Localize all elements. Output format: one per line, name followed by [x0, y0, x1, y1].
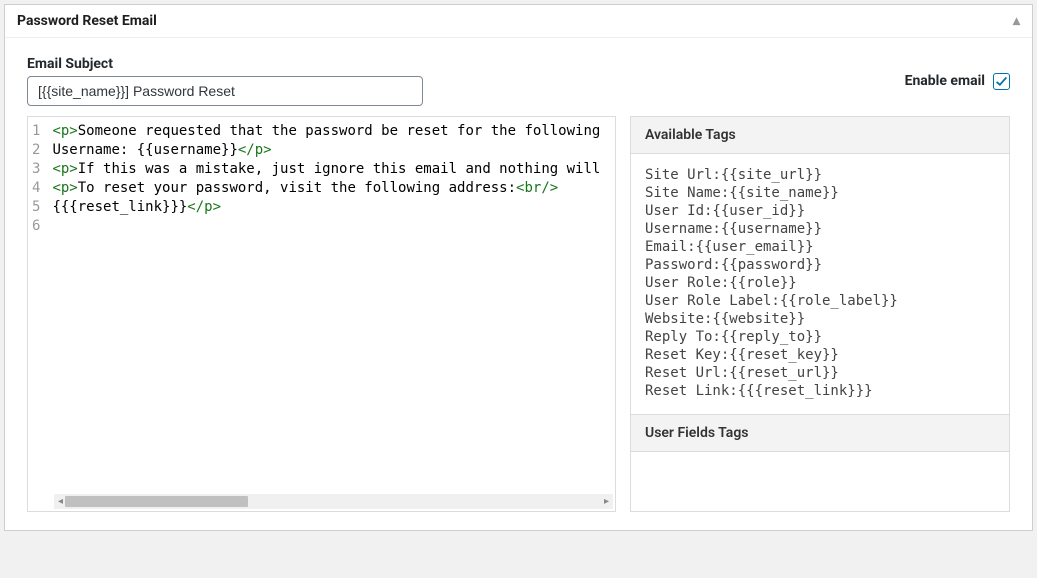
enable-email-toggle: Enable email: [905, 73, 1010, 90]
top-row: Email Subject Enable email: [27, 56, 1010, 106]
editor-horizontal-scrollbar[interactable]: ◂ ▸: [54, 494, 613, 509]
scrollbar-thumb[interactable]: [65, 496, 248, 507]
panel-header[interactable]: Password Reset Email ▴: [5, 5, 1032, 38]
available-tag-item: Username:{{username}}: [645, 220, 995, 238]
available-tag-item: User Id:{{user_id}}: [645, 202, 995, 220]
editor-line[interactable]: Username: {{username}}</p>: [52, 141, 615, 160]
user-fields-tags-header: User Fields Tags: [631, 414, 1009, 452]
email-subject-label: Email Subject: [27, 56, 423, 72]
email-subject-input[interactable]: [27, 76, 423, 106]
password-reset-panel: Password Reset Email ▴ Email Subject Ena…: [4, 4, 1033, 531]
available-tags-list: Site Url:{{site_url}}Site Name:{{site_na…: [631, 154, 1009, 414]
panel-collapse-icon[interactable]: ▴: [1013, 13, 1020, 29]
available-tag-item: User Role Label:{{role_label}}: [645, 292, 995, 310]
available-tag-item: Site Url:{{site_url}}: [645, 166, 995, 184]
available-tag-item: User Role:{{role}}: [645, 274, 995, 292]
scroll-right-icon[interactable]: ▸: [602, 496, 611, 507]
available-tag-item: Site Name:{{site_name}}: [645, 184, 995, 202]
available-tag-item: Reset Link:{{{reset_link}}}: [645, 382, 995, 400]
user-fields-tags-list: [631, 452, 1009, 492]
available-tag-item: Email:{{user_email}}: [645, 238, 995, 256]
enable-email-label: Enable email: [905, 73, 985, 89]
available-tags-header: Available Tags: [631, 117, 1009, 154]
panel-title: Password Reset Email: [17, 13, 157, 29]
available-tag-item: Website:{{website}}: [645, 310, 995, 328]
editor-line[interactable]: <p>To reset your password, visit the fol…: [52, 179, 615, 198]
enable-email-checkbox[interactable]: [993, 73, 1010, 90]
editor-gutter: 123456: [28, 117, 48, 494]
email-subject-group: Email Subject: [27, 56, 423, 106]
editor-line[interactable]: {{{reset_link}}}</p>: [52, 198, 615, 217]
editor-line[interactable]: [52, 217, 615, 236]
panel-body: Email Subject Enable email 123456 <p>Som…: [5, 38, 1032, 530]
tags-sidebar: Available Tags Site Url:{{site_url}}Site…: [630, 116, 1010, 512]
content-row: 123456 <p>Someone requested that the pas…: [27, 116, 1010, 512]
editor-line[interactable]: <p>If this was a mistake, just ignore th…: [52, 160, 615, 179]
available-tag-item: Reply To:{{reply_to}}: [645, 328, 995, 346]
editor-wrap: 123456 <p>Someone requested that the pas…: [27, 116, 616, 512]
scroll-left-icon[interactable]: ◂: [56, 496, 65, 507]
available-tag-item: Password:{{password}}: [645, 256, 995, 274]
available-tag-item: Reset Url:{{reset_url}}: [645, 364, 995, 382]
editor-code-area[interactable]: <p>Someone requested that the password b…: [48, 117, 615, 494]
editor-line[interactable]: <p>Someone requested that the password b…: [52, 122, 615, 141]
code-editor[interactable]: 123456 <p>Someone requested that the pas…: [27, 116, 616, 512]
available-tag-item: Reset Key:{{reset_key}}: [645, 346, 995, 364]
